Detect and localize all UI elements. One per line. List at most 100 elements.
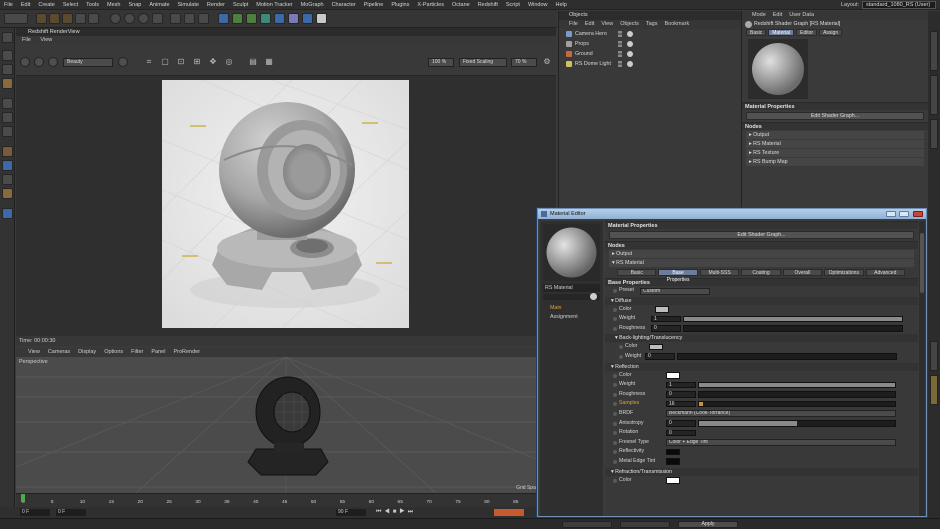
nurbs-button[interactable] (246, 13, 257, 24)
grid-icon[interactable]: ▦ (264, 57, 274, 67)
menu-plugins[interactable]: Plugins (391, 2, 409, 8)
me-tab-multi-sss[interactable]: Multi-SSS (699, 269, 740, 276)
menu-render[interactable]: Render (207, 2, 225, 8)
side-tab-3[interactable] (930, 119, 938, 149)
object-row[interactable]: Props (559, 39, 741, 49)
aov-dropdown[interactable]: Beauty (63, 58, 113, 67)
viewport-menu-cameras[interactable]: Cameras (48, 349, 70, 355)
object-row[interactable]: RS Dome Light (559, 59, 741, 69)
me-node-rs-material[interactable]: ▾ RS Material (609, 259, 914, 267)
objects-menu-bookmark[interactable]: Bookmark (664, 21, 689, 27)
target-icon[interactable]: ◎ (224, 57, 234, 67)
cube-object-button[interactable] (218, 13, 229, 24)
objects-menu-edit[interactable]: Edit (585, 21, 594, 27)
renderview-menu-file[interactable]: File (22, 37, 31, 43)
reflectivity-swatch[interactable] (666, 448, 680, 456)
snap-button[interactable] (2, 174, 13, 185)
menu-mograph[interactable]: MoGraph (301, 2, 324, 8)
attr-menu-user-data[interactable]: User Data (789, 12, 814, 18)
viewport-menu-options[interactable]: Options (104, 349, 123, 355)
diffuse-color-swatch[interactable] (655, 306, 669, 313)
reflection-samples-field[interactable]: 16 (666, 400, 696, 408)
model-mode-button[interactable] (2, 50, 13, 61)
y-axis-button[interactable] (124, 13, 135, 24)
reflection-weight-slider[interactable] (698, 381, 896, 389)
attr-node-row[interactable]: ▸ RS Material (746, 140, 924, 148)
menu-script[interactable]: Script (506, 2, 520, 8)
points-mode-button[interactable] (2, 98, 13, 109)
bucket-icon[interactable]: ⊞ (192, 57, 202, 67)
undo-button[interactable] (4, 13, 28, 24)
apply-button[interactable]: Apply (678, 521, 738, 528)
me-tab-overall[interactable]: Overall (782, 269, 823, 276)
objects-menu-tags[interactable]: Tags (646, 21, 658, 27)
enable-axis-button[interactable] (2, 146, 13, 157)
backlight-color-swatch[interactable] (649, 343, 663, 351)
me-tab-advanced[interactable]: Advanced (865, 269, 905, 276)
menu-octane[interactable]: Octane (452, 2, 470, 8)
refraction-color-swatch[interactable] (666, 477, 680, 484)
render-settings-button[interactable] (198, 13, 209, 24)
side-tab-4[interactable] (930, 341, 938, 371)
deformer-button[interactable] (274, 13, 285, 24)
attr-tab-assign[interactable]: Assign (819, 29, 843, 36)
menu-edit[interactable]: Edit (21, 2, 30, 8)
me-edit-shader-graph-button[interactable]: Edit Shader Graph... (609, 231, 914, 239)
rotation-field[interactable]: 0 (666, 429, 696, 437)
make-editable-button[interactable] (2, 32, 13, 43)
attr-node-row[interactable]: ▸ RS Bump Map (746, 158, 924, 166)
viewport-menu-prorender[interactable]: ProRender (173, 349, 200, 355)
viewport-menu-view[interactable]: View (28, 349, 40, 355)
edges-mode-button[interactable] (2, 112, 13, 123)
menu-character[interactable]: Character (332, 2, 356, 8)
render-button[interactable] (20, 57, 30, 67)
crop-icon[interactable]: ⌗ (144, 57, 154, 67)
visibility-dots[interactable] (618, 41, 622, 47)
object-row[interactable]: Ground (559, 49, 741, 59)
diffuse-weight-slider[interactable] (683, 315, 903, 323)
menu-x-particles[interactable]: X-Particles (417, 2, 444, 8)
render-view-button[interactable] (170, 13, 181, 24)
object-row[interactable]: Camera Hero (559, 29, 741, 39)
metal-edge-tint-swatch[interactable] (666, 458, 680, 465)
select-tool-button[interactable] (75, 13, 86, 24)
maximize-button[interactable] (899, 211, 909, 217)
fresnel-type-dropdown[interactable]: Color + Edge Tint (666, 439, 896, 447)
object-tag[interactable] (627, 31, 633, 37)
layout-selector[interactable]: Layout: standard_1080_RS (User) (841, 1, 936, 9)
attr-tab-basic[interactable]: Basic (746, 29, 767, 36)
rotate-tool-button[interactable] (62, 13, 73, 24)
workplane-button[interactable] (2, 78, 13, 89)
tweak-button[interactable] (2, 160, 13, 171)
edit-shader-graph-button[interactable]: Edit Shader Graph... (746, 112, 924, 120)
object-tag[interactable] (627, 41, 633, 47)
attr-tab-material[interactable]: Material (768, 29, 795, 36)
move-icon[interactable]: ✥ (208, 57, 218, 67)
menu-simulate[interactable]: Simulate (178, 2, 199, 8)
camera-button[interactable] (302, 13, 313, 24)
side-tab-1[interactable] (930, 31, 938, 71)
diffuse-roughness-slider[interactable] (683, 325, 903, 332)
reflection-samples-slider[interactable] (698, 400, 896, 408)
viewport-menu-panel[interactable]: Panel (151, 349, 165, 355)
layout-dropdown[interactable]: standard_1080_RS (User) (862, 1, 936, 9)
objects-menu-view[interactable]: View (601, 21, 613, 27)
me-tab-base-properties[interactable]: Base Properties (658, 269, 698, 283)
menu-snap[interactable]: Snap (128, 2, 141, 8)
recent-tool-button[interactable] (88, 13, 99, 24)
reflection-roughness-field[interactable]: 0 (666, 391, 696, 398)
film-icon[interactable]: ▤ (248, 57, 258, 67)
render-picture-viewer-button[interactable] (184, 13, 195, 24)
diffuse-weight-field[interactable]: 1 (651, 315, 681, 323)
material-editor-scrollbar[interactable] (919, 221, 925, 516)
reflection-color-swatch[interactable] (666, 372, 680, 379)
lock-icon[interactable]: ⊡ (176, 57, 186, 67)
menu-create[interactable]: Create (38, 2, 55, 8)
polygons-mode-button[interactable] (2, 126, 13, 137)
menu-pipeline[interactable]: Pipeline (364, 2, 384, 8)
attr-node-row[interactable]: ▸ Output (746, 131, 924, 139)
visibility-dots[interactable] (618, 31, 622, 37)
backlight-weight-field[interactable]: 0 (645, 353, 675, 360)
light-button[interactable] (316, 13, 327, 24)
menu-redshift[interactable]: Redshift (478, 2, 498, 8)
